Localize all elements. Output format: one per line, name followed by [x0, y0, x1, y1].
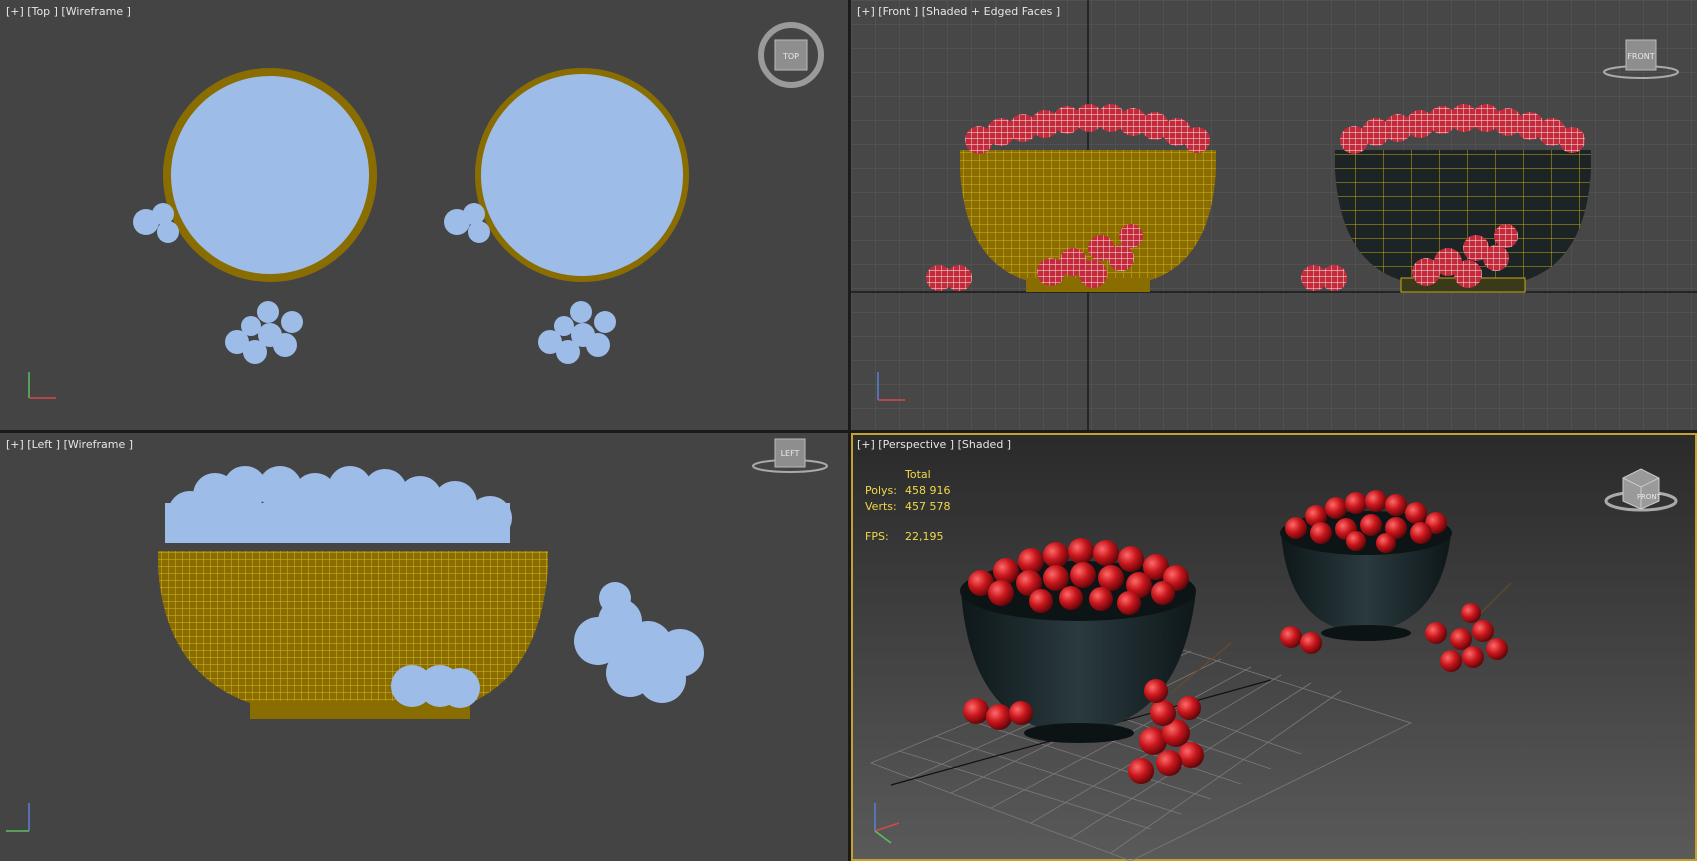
verts-label: Verts: — [865, 500, 897, 513]
fruit-pile-wire — [481, 74, 683, 276]
scene-statistics: Total Polys: 458 916 Verts: 457 578 FPS: 22… — [865, 467, 951, 545]
polys-label: Polys: — [865, 484, 897, 497]
bowl-wire-left — [158, 551, 548, 719]
top-scene: TOP — [28, 22, 824, 399]
viewcube-label: TOP — [782, 52, 799, 61]
axis-tripod-icon — [874, 803, 900, 844]
left-scene: LEFT — [6, 438, 828, 832]
fruit-pile-wire — [165, 466, 512, 543]
viewport-left[interactable]: LEFT [+] [Left ] [Wireframe ] — [0, 433, 848, 861]
viewport-perspective[interactable]: FRONT [+] [Perspective ] [Shaded ] Total… — [851, 433, 1697, 861]
viewcube-label: FRONT — [1637, 493, 1662, 501]
polys-value: 458 916 — [905, 484, 951, 497]
viewport-front[interactable]: FRONT [+] [Front ] [Shaded + Edged Faces… — [851, 0, 1697, 430]
viewport-top[interactable]: TOP [+] [Top ] [Wireframe ] — [0, 0, 848, 430]
axis-tripod-icon — [6, 803, 30, 832]
fps-label: FPS: — [865, 530, 889, 543]
fruit-pile-wire — [171, 76, 369, 274]
viewcube-label: LEFT — [781, 449, 800, 458]
perspective-scene: FRONT — [869, 468, 1678, 861]
viewport-label-perspective[interactable]: [+] [Perspective ] [Shaded ] — [857, 438, 1011, 451]
viewcube-icon[interactable]: TOP — [758, 22, 824, 88]
fps-value: 22,195 — [905, 530, 944, 543]
viewport-label-left[interactable]: [+] [Left ] [Wireframe ] — [6, 438, 133, 451]
verts-value: 457 578 — [905, 500, 951, 513]
stats-header: Total — [905, 468, 931, 481]
cherry-bunch-wire — [225, 301, 616, 364]
viewport-label-top[interactable]: [+] [Top ] [Wireframe ] — [6, 5, 131, 18]
front-scene: FRONT — [851, 0, 1697, 430]
viewcube-icon[interactable]: LEFT — [752, 438, 828, 473]
viewcube-label: FRONT — [1627, 52, 1654, 61]
axis-tripod-icon — [28, 372, 56, 399]
viewcube-icon[interactable]: FRONT — [1604, 468, 1678, 512]
viewport-label-front[interactable]: [+] [Front ] [Shaded + Edged Faces ] — [857, 5, 1060, 18]
